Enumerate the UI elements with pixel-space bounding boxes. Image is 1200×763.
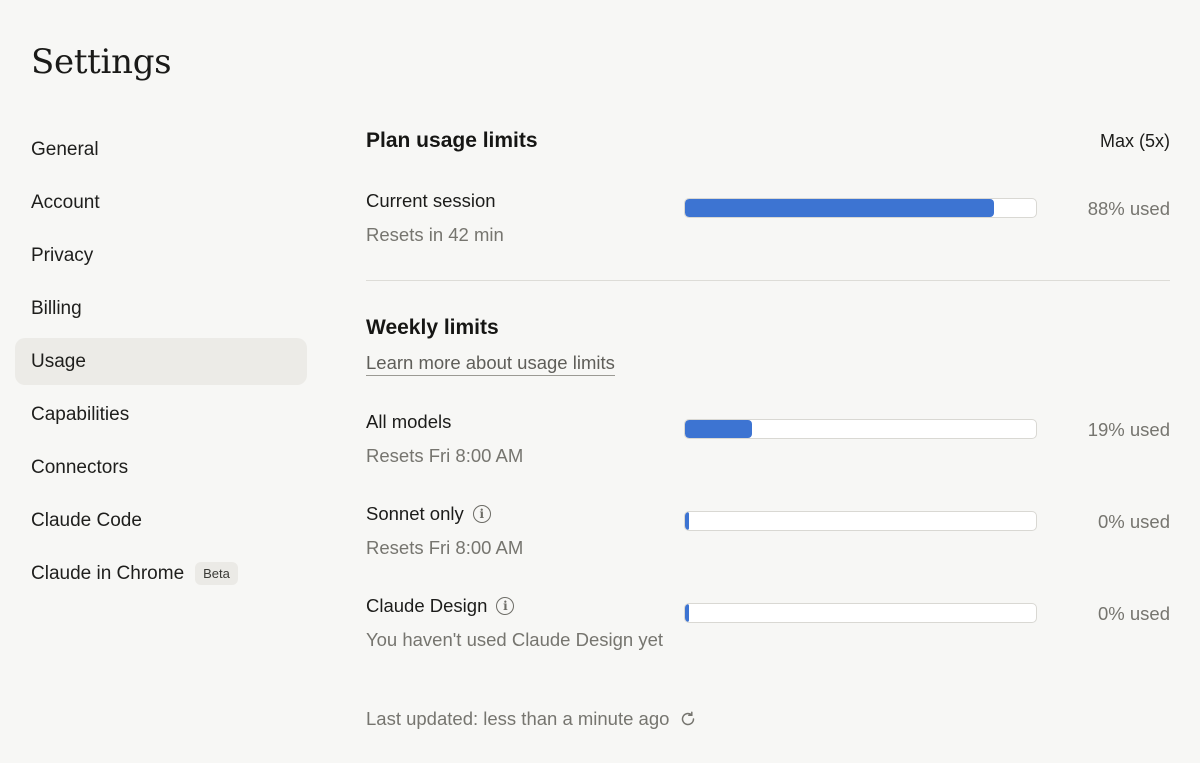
usage-row-all-models: All models Resets Fri 8:00 AM 19% used [366,411,1170,471]
sidebar-item-privacy[interactable]: Privacy [15,232,307,279]
usage-row-reset: Resets Fri 8:00 AM [366,537,524,558]
sidebar-item-label: General [31,138,99,160]
sidebar-item-claude-in-chrome[interactable]: Claude in Chrome Beta [15,550,307,597]
usage-row-sonnet-only: Sonnet only i Resets Fri 8:00 AM 0% used [366,503,1170,563]
sidebar-item-billing[interactable]: Billing [15,285,307,332]
usage-progress-fill [685,420,752,438]
info-icon[interactable]: i [496,597,515,615]
sidebar-item-label: Capabilities [31,403,130,425]
last-updated-text: Last updated: less than a minute ago [366,708,670,729]
weekly-limits-title: Weekly limits [366,316,499,339]
usage-percent: 0% used [1098,511,1170,532]
sidebar-item-claude-code[interactable]: Claude Code [15,497,307,544]
usage-percent: 19% used [1087,419,1170,440]
sidebar-item-label: Account [31,191,100,213]
sidebar-item-label: Usage [31,350,86,372]
usage-row-name: Current session [366,190,496,211]
usage-row-name: Claude Design [366,595,488,616]
sidebar-item-label: Claude in Chrome [31,562,185,584]
usage-progress-fill [685,604,689,622]
usage-progress-bar [684,511,1037,531]
sidebar-item-usage[interactable]: Usage [15,338,307,385]
usage-row-reset: Resets Fri 8:00 AM [366,445,524,466]
usage-row-name: Sonnet only [366,503,464,524]
plan-usage-title: Plan usage limits [366,129,538,152]
usage-row-name-wrap: Sonnet only i [366,503,491,525]
plan-label: Max (5x) [1099,131,1170,151]
usage-percent: 0% used [1098,603,1170,624]
sidebar-item-label: Claude Code [31,509,142,531]
usage-row-current-session: Current session Resets in 42 min 88% use… [366,190,1170,250]
beta-badge: Beta [195,562,238,585]
usage-row-reset: You haven't used Claude Design yet [366,629,664,650]
usage-progress-bar [684,603,1037,623]
usage-row-claude-design: Claude Design i You haven't used Claude … [366,595,1170,655]
sidebar-item-capabilities[interactable]: Capabilities [15,391,307,438]
usage-row-name: All models [366,411,452,432]
usage-progress-fill [685,199,994,217]
last-updated: Last updated: less than a minute ago [366,708,697,730]
sidebar-item-general[interactable]: General [15,126,307,173]
usage-progress-bar [684,419,1037,439]
settings-sidebar: General Account Privacy Billing Usage Ca… [15,126,307,603]
usage-percent: 88% used [1087,198,1170,219]
info-icon[interactable]: i [472,505,491,523]
refresh-icon[interactable] [679,710,697,728]
sidebar-item-account[interactable]: Account [15,179,307,226]
usage-row-name-wrap: Claude Design i [366,595,515,617]
usage-row-reset: Resets in 42 min [366,224,504,245]
usage-progress-bar [684,198,1037,218]
sidebar-item-connectors[interactable]: Connectors [15,444,307,491]
section-divider [366,280,1170,281]
page-title: Settings [31,42,172,82]
sidebar-item-label: Privacy [31,244,94,266]
sidebar-item-label: Billing [31,297,82,319]
learn-more-link[interactable]: Learn more about usage limits [366,352,615,376]
usage-progress-fill [685,512,689,530]
sidebar-item-label: Connectors [31,456,129,478]
